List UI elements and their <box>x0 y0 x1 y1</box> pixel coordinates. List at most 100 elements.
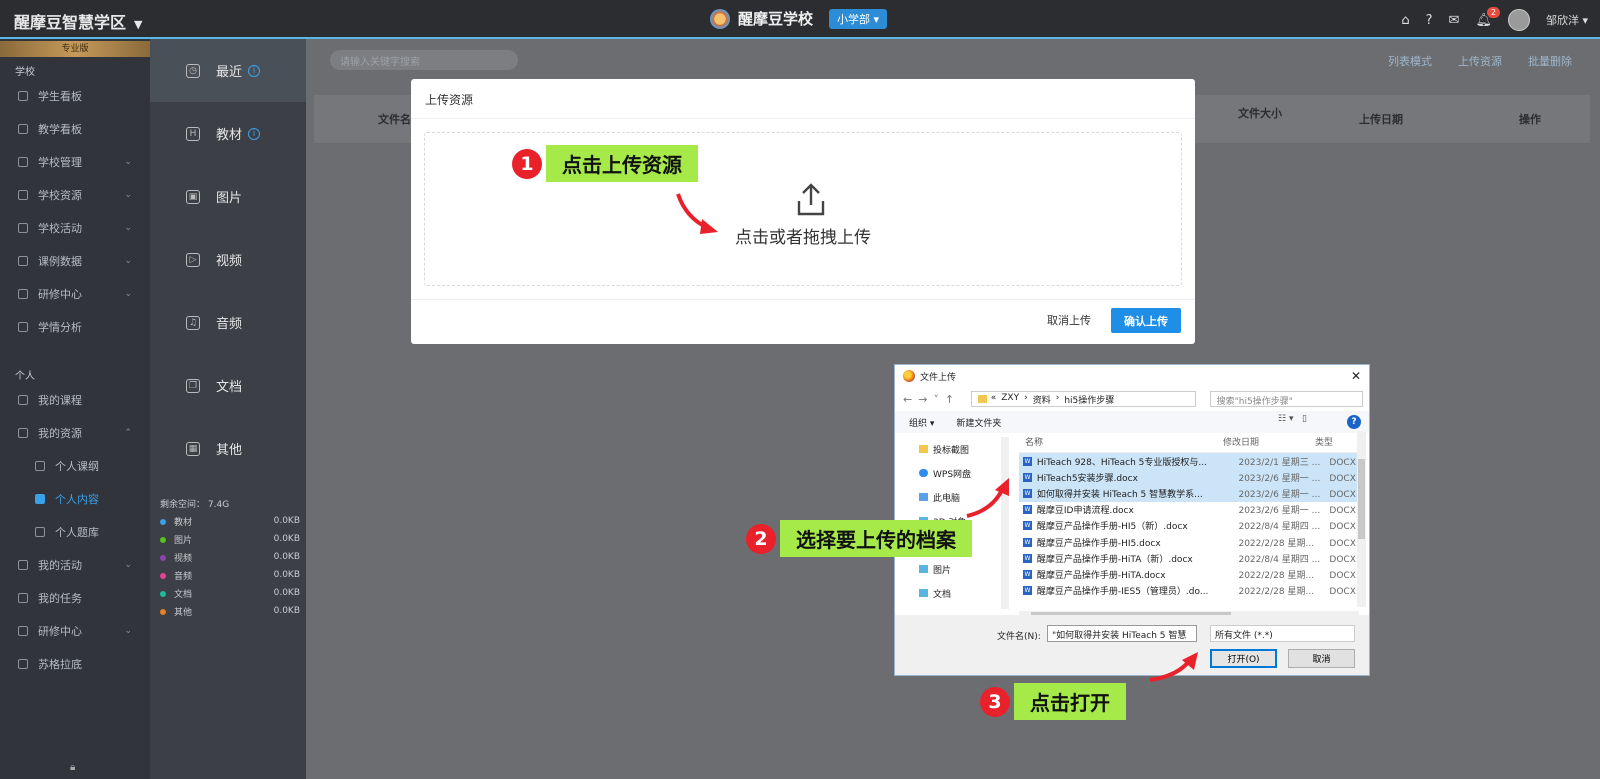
file-date: 2023/2/6 星期一 ... <box>1238 506 1321 517</box>
scrollbar-thumb[interactable] <box>1358 459 1365 539</box>
home-icon[interactable]: ⌂ <box>1401 13 1409 28</box>
col-date[interactable]: 修改日期 <box>1217 435 1309 448</box>
menu-item-icon <box>18 189 28 200</box>
sidebar-item[interactable]: 学校管理 ⌄ <box>0 145 150 178</box>
user-menu[interactable]: 邹欣洋 ▾ <box>1546 12 1588 28</box>
sidebar-item-label: 个人题库 <box>55 525 99 539</box>
search-input[interactable]: 请输入关键字搜索 <box>330 50 518 70</box>
path-segment[interactable]: 资料 <box>1033 393 1051 406</box>
tree-item[interactable]: 图片 <box>909 557 1003 581</box>
tree-scrollbar[interactable] <box>1001 437 1009 609</box>
col-filesize[interactable]: 文件大小 <box>1238 105 1282 121</box>
sidebar-item[interactable]: 我的活动 ⌄ <box>0 548 150 581</box>
sidebar-item[interactable]: 苏格拉底 <box>0 647 150 680</box>
sidebar-item[interactable]: 教学看板 <box>0 112 150 145</box>
nav-arrows-icon[interactable]: ←→˅↑ <box>903 393 971 406</box>
file-name: 醒摩豆ID申请流程.docx <box>1036 506 1134 517</box>
category-item[interactable]: ▦ 其他 <box>150 417 306 480</box>
sidebar-item[interactable]: 个人题库 <box>0 515 150 548</box>
view-options-icon[interactable]: ☷ ▾ ▯ <box>1278 414 1307 424</box>
legend-dot <box>160 608 166 615</box>
sidebar: 专业版 学校 学生看板 教学看板 学校管理 ⌄ 学校资源 ⌄ 学校活动 ⌄ 课例数据 ⌄ 研修中心 ⌄… <box>0 39 150 779</box>
sidebar-item[interactable]: 个人内容 <box>0 482 150 515</box>
path-segment[interactable]: ZXY <box>1001 393 1019 406</box>
upload-modal: 上传资源 点击或者拖拽上传 取消上传 确认上传 <box>411 79 1195 344</box>
avatar[interactable] <box>1507 9 1530 31</box>
dept-dropdown[interactable]: 小学部 ▾ <box>829 8 888 29</box>
sidebar-item-label: 学校管理 <box>38 155 82 169</box>
col-filename[interactable]: 文件名 <box>378 111 411 127</box>
sidebar-item[interactable]: 个人课纲 <box>0 449 150 482</box>
dialog-title: 文件上传 <box>920 372 957 383</box>
help-icon[interactable]: ? <box>1426 13 1433 28</box>
file-row[interactable]: W 醒摩豆产品操作手册-HI5（新）.docx 2022/8/4 星期四 ... DO… <box>1019 518 1363 534</box>
menu-item-icon <box>18 90 28 101</box>
category-item[interactable]: H 教材 i <box>150 102 306 165</box>
category-label: 图片 <box>216 191 243 206</box>
sidebar-item[interactable]: 学情分析 <box>0 310 150 343</box>
sidebar-item[interactable]: 研修中心 ⌄ <box>0 614 150 647</box>
message-icon[interactable]: ✉ <box>1449 13 1460 28</box>
path-segment[interactable]: hi5操作步骤 <box>1064 393 1114 406</box>
category-item[interactable]: ❐ 文档 <box>150 354 306 417</box>
close-icon[interactable]: ✕ <box>1351 369 1361 383</box>
bell-icon[interactable]: 🔔︎ 2 <box>1475 6 1500 28</box>
word-doc-icon: W <box>1023 586 1032 596</box>
file-list-header: 名称 修改日期 类型 <box>1019 431 1363 453</box>
col-type[interactable]: 类型 <box>1309 435 1349 448</box>
tree-item[interactable]: 文档 <box>909 581 1003 605</box>
sidebar-item[interactable]: 研修中心 ⌄ <box>0 277 150 310</box>
dialog-search-input[interactable]: 搜索"hi5操作步骤" <box>1209 391 1363 407</box>
confirm-upload-button[interactable]: 确认上传 <box>1111 308 1181 333</box>
upload-resource-button[interactable]: 上传资源 <box>1458 53 1502 69</box>
sidebar-item[interactable]: 我的任务 <box>0 581 150 614</box>
address-bar[interactable]: « ZXY › 资料 › hi5操作步骤 <box>970 391 1196 407</box>
file-row[interactable]: W醒摩豆ID申请流程.docx2023/2/6 星期一 ...DOCX 文 <box>1019 502 1363 518</box>
batch-delete-button[interactable]: 批量删除 <box>1528 53 1572 69</box>
open-button[interactable]: 打开(O) <box>1210 649 1277 668</box>
new-folder-button[interactable]: 新建文件夹 <box>956 416 1001 429</box>
dialog-cancel-button[interactable]: 取消 <box>1288 649 1355 668</box>
category-item[interactable]: ♫ 音频 <box>150 291 306 354</box>
col-name[interactable]: 名称 <box>1019 435 1217 448</box>
file-name: 如何取得并安装 HiTeach 5 智慧教学系... <box>1036 489 1203 500</box>
file-row[interactable]: W 如何取得并安装 HiTeach 5 智慧教学系... 2023/2/6 星期一 … <box>1019 485 1363 502</box>
file-row[interactable]: W 醒摩豆产品操作手册-HiTA（新）.docx 2022/8/4 星期四 ... D… <box>1019 550 1363 566</box>
filename-input[interactable]: "如何取得并安装 HiTeach 5 智慧 <box>1047 625 1197 642</box>
brand-menu[interactable]: 醒摩豆智慧学区 ▼ <box>14 9 142 33</box>
info-icon[interactable]: i <box>248 64 261 77</box>
help-icon[interactable]: ? <box>1347 415 1361 429</box>
sidebar-item[interactable]: 我的资源 ⌃ <box>0 416 150 449</box>
file-row[interactable]: W 醒摩豆产品操作手册-IES5（管理员）.do... 2022/2/28 星期..… <box>1019 583 1363 599</box>
file-list-scrollbar[interactable] <box>1357 431 1366 607</box>
sidebar-item[interactable]: 我的课程 <box>0 383 150 416</box>
edition-badge: 专业版 <box>0 41 150 57</box>
address-row: ←→˅↑ « ZXY › 资料 › hi5操作步骤 搜索"hi5操作步骤" <box>903 390 1363 408</box>
category-item[interactable]: ▷ 视频 <box>150 228 306 291</box>
sidebar-item[interactable]: 学生看板 <box>0 79 150 112</box>
sidebar-item[interactable]: 学校活动 ⌄ <box>0 211 150 244</box>
list-mode-button[interactable]: 列表模式 <box>1388 53 1432 69</box>
path-segment: › <box>1024 392 1028 403</box>
info-icon[interactable]: i <box>248 127 261 140</box>
file-name: 醒摩豆产品操作手册-HiTA（新）.docx <box>1036 554 1193 565</box>
category-item[interactable]: ▣ 图片 <box>150 165 306 228</box>
file-row[interactable]: W 醒摩豆产品操作手册-HiTA.docx 2022/2/28 星期... DOCX … <box>1019 566 1363 582</box>
col-upload-date[interactable]: 上传日期 <box>1359 111 1403 127</box>
sidebar-item[interactable]: 学校资源 ⌄ <box>0 178 150 211</box>
tree-item[interactable]: 投标截图 <box>909 437 1003 461</box>
category-item[interactable]: ◷ 最近 i <box>150 39 306 102</box>
file-row[interactable]: WHiTeach5安装步骤.docx2023/2/6 星期一 ...DOCX 文 <box>1019 469 1363 486</box>
file-date: 2022/2/28 星期... <box>1238 538 1315 549</box>
lock-icon[interactable]: 🔒︎ <box>70 762 75 773</box>
file-row[interactable]: W HiTeach 928、HiTeach 5专业版授权与... 2023/2/1 … <box>1019 453 1363 470</box>
organize-button[interactable]: 组织 ▾ <box>909 416 934 429</box>
school-name: 醒摩豆学校 <box>738 10 814 28</box>
storage-size: 0.0KB <box>273 516 300 526</box>
file-row[interactable]: W醒摩豆产品操作手册-HI5.docx2022/2/28 星期...DOCX 文 <box>1019 534 1363 550</box>
file-type-select[interactable]: 所有文件 (*.*) <box>1210 625 1355 642</box>
cancel-upload-button[interactable]: 取消上传 <box>1047 312 1091 328</box>
section-school: 学校 <box>15 67 35 78</box>
sidebar-item[interactable]: 课例数据 ⌄ <box>0 244 150 277</box>
sidebar-item-label: 研修中心 <box>38 287 82 301</box>
